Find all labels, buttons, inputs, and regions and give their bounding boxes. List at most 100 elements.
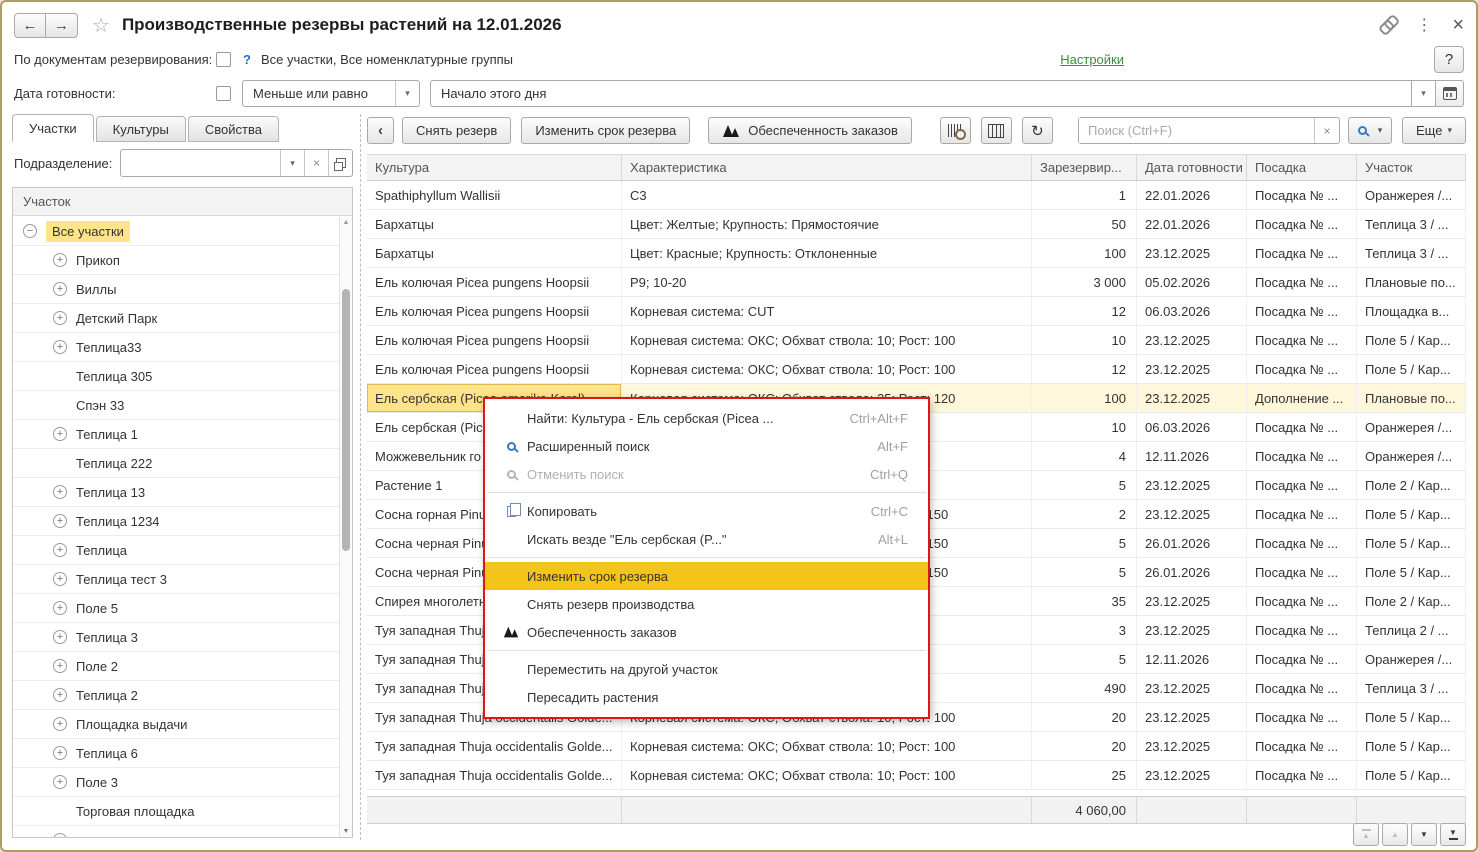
tree-item[interactable]: +Теплица тест 3 (13, 565, 339, 594)
table-row[interactable]: Ель колючая Picea pungens HoopsiiКорнева… (367, 355, 1466, 384)
close-icon[interactable]: × (1452, 16, 1464, 34)
tree-item[interactable]: +Поле 2 (13, 652, 339, 681)
menu-item[interactable]: Искать везде "Ель сербская (P..."Alt+L (485, 525, 928, 553)
barcode-scan-button[interactable] (940, 117, 971, 144)
expand-icon[interactable]: + (53, 311, 67, 325)
tree-item[interactable]: +Теплица 3 (13, 623, 339, 652)
expand-icon[interactable]: + (53, 688, 67, 702)
tree-item[interactable]: +Теплица 6 (13, 739, 339, 768)
tree-item[interactable]: +Теплица 1 (13, 420, 339, 449)
go-last-button[interactable]: ▼ (1440, 823, 1466, 846)
date-dropdown-icon[interactable]: ▾ (1411, 80, 1436, 107)
tree-item[interactable]: +Теплица 13 (13, 478, 339, 507)
kebab-menu-icon[interactable]: ⋮ (1416, 15, 1432, 35)
menu-item[interactable]: Отменить поискCtrl+Q (485, 460, 928, 488)
table-row[interactable]: Spathiphyllum WallisiiC3122.01.2026Посад… (367, 181, 1466, 210)
expand-icon[interactable]: + (53, 514, 67, 528)
expand-icon[interactable]: + (53, 659, 67, 673)
menu-item[interactable]: Пересадить растения (485, 683, 928, 711)
expand-icon[interactable]: + (53, 543, 67, 557)
help-button[interactable]: ? (1434, 46, 1464, 73)
menu-item[interactable]: Снять резерв производства (485, 590, 928, 618)
subdivision-select[interactable]: ▾ × (120, 149, 353, 177)
tree-item[interactable]: Теплица 305 (13, 362, 339, 391)
chevron-down-icon[interactable]: ▾ (280, 150, 304, 176)
tab-Участки[interactable]: Участки (12, 114, 94, 142)
tree-item[interactable]: +Поле 3 (13, 768, 339, 797)
column-header[interactable]: Посадка (1247, 155, 1357, 180)
tree-item[interactable]: +Теплица 2 (13, 681, 339, 710)
column-header[interactable]: Зарезервир... (1032, 155, 1137, 180)
readiness-date-input[interactable] (430, 80, 1411, 107)
panel-splitter[interactable] (360, 114, 361, 840)
readiness-date-checkbox[interactable] (216, 86, 231, 101)
expand-icon[interactable]: + (53, 340, 67, 354)
forward-button[interactable]: → (46, 13, 78, 38)
tree-item[interactable]: +Теплица (13, 536, 339, 565)
go-prev-button[interactable]: ▲ (1382, 823, 1408, 846)
search-menu-button[interactable]: ▾ (1348, 117, 1392, 144)
settings-link[interactable]: Настройки (1060, 52, 1124, 67)
column-header[interactable]: Характеристика (622, 155, 1032, 180)
calendar-button[interactable] (1436, 80, 1464, 107)
favorite-star-icon[interactable]: ☆ (92, 13, 110, 38)
menu-item[interactable]: Расширенный поискAlt+F (485, 432, 928, 460)
get-link-icon[interactable] (1375, 12, 1400, 37)
refresh-button[interactable]: ↻ (1022, 117, 1053, 144)
column-settings-button[interactable] (981, 117, 1012, 144)
table-row[interactable]: БархатцыЦвет: Красные; Крупность: Отклон… (367, 239, 1466, 268)
clear-search-icon[interactable]: × (1314, 118, 1339, 143)
tree-item[interactable]: Спэн 33 (13, 391, 339, 420)
tree-item[interactable]: +Прикоп (13, 246, 339, 275)
more-button[interactable]: Еще▾ (1402, 117, 1466, 144)
table-row[interactable]: Ель колючая Picea pungens HoopsiiКорнева… (367, 297, 1466, 326)
tree-item[interactable]: +Детский Парк (13, 304, 339, 333)
menu-item[interactable]: Найти: Культура - Ель сербская (Picea ..… (485, 404, 928, 432)
expand-icon[interactable]: + (53, 630, 67, 644)
tree-item[interactable]: +Площадка выдачи (13, 710, 339, 739)
tree-item[interactable]: −Все участки (13, 217, 339, 246)
condition-select[interactable]: Меньше или равно ▾ (242, 80, 420, 107)
tree-item[interactable]: +Поле 5 (13, 594, 339, 623)
expand-icon[interactable]: + (53, 572, 67, 586)
tree-item[interactable]: +Виллы (13, 275, 339, 304)
column-header[interactable]: Участок (1357, 155, 1466, 180)
table-row[interactable]: Туя западная Thuja occidentalis Golde...… (367, 732, 1466, 761)
open-form-icon[interactable] (328, 150, 352, 176)
expand-icon[interactable]: + (53, 253, 67, 267)
tree-item[interactable]: +Теплица33 (13, 333, 339, 362)
menu-item[interactable]: Изменить срок резерва (485, 562, 928, 590)
tree-item[interactable]: Торговая площадка (13, 797, 339, 826)
table-row[interactable]: Ель колючая Picea pungens HoopsiiКорнева… (367, 326, 1466, 355)
tree-header[interactable]: Участок (13, 188, 352, 216)
inline-help-icon[interactable]: ? (243, 52, 251, 67)
collapse-icon[interactable]: − (23, 224, 37, 238)
clear-icon[interactable]: × (304, 150, 328, 176)
table-row[interactable]: Туя западная Thuja occidentalis Golde...… (367, 761, 1466, 790)
menu-item[interactable]: Обеспеченность заказов (485, 618, 928, 646)
table-row[interactable]: Ель колючая Picea pungens HoopsiiP9; 10-… (367, 268, 1466, 297)
expand-icon[interactable]: + (53, 833, 67, 837)
expand-icon[interactable]: + (53, 775, 67, 789)
search-input[interactable] (1079, 118, 1314, 143)
expand-icon[interactable]: + (53, 746, 67, 760)
expand-icon[interactable]: + (53, 485, 67, 499)
collapse-panel-button[interactable]: ‹ (367, 117, 394, 144)
tree-scrollbar[interactable]: ▲ ▼ (339, 217, 352, 837)
menu-item[interactable]: КопироватьCtrl+C (485, 497, 928, 525)
column-header[interactable]: Культура (367, 155, 622, 180)
change-reserve-term-button[interactable]: Изменить срок резерва (521, 117, 690, 144)
go-next-button[interactable]: ▼ (1411, 823, 1437, 846)
chevron-down-icon[interactable]: ▾ (395, 81, 419, 106)
tab-Культуры[interactable]: Культуры (96, 116, 186, 142)
scroll-up-icon[interactable]: ▲ (340, 219, 352, 226)
back-button[interactable]: ← (14, 13, 46, 38)
scrollbar-thumb[interactable] (342, 289, 350, 551)
tree-item[interactable]: Теплица 222 (13, 449, 339, 478)
scroll-down-icon[interactable]: ▼ (340, 828, 352, 835)
expand-icon[interactable]: + (53, 427, 67, 441)
tree-item[interactable]: +Теплица 1234 (13, 507, 339, 536)
reserve-docs-checkbox[interactable] (216, 52, 231, 67)
order-supply-button[interactable]: Обеспеченность заказов (708, 117, 912, 144)
tab-Свойства[interactable]: Свойства (188, 116, 279, 142)
